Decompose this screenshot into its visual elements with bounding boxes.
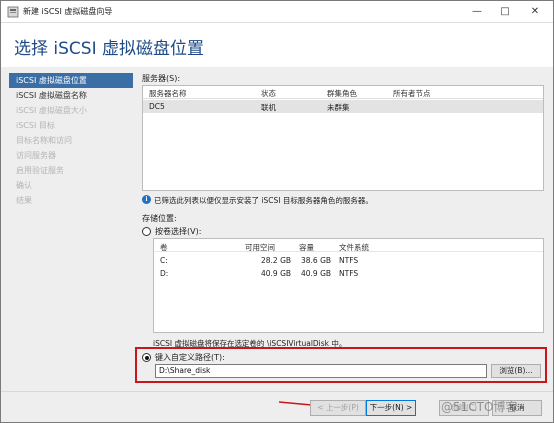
free-space-cell: 40.9 GB (261, 269, 292, 278)
server-table-header: 服务器名称 状态 群集角色 所有者节点 (143, 86, 543, 99)
volume-cell[interactable]: C: (160, 256, 168, 265)
column-header-cluster-role[interactable]: 群集角色 (327, 88, 357, 99)
volume-table[interactable]: 卷 可用空间 容量 文件系统 C: 28.2 GB 38.6 GB NTFS D… (153, 238, 544, 333)
minimize-icon[interactable]: — (463, 1, 491, 23)
info-text: 已筛选此列表以便仅显示安装了 iSCSI 目标服务器角色的服务器。 (154, 196, 373, 205)
storage-location-label: 存储位置: (142, 214, 177, 223)
window-title: 新建 iSCSI 虚拟磁盘向导 (23, 7, 113, 16)
server-name-cell: DC5 (149, 102, 165, 111)
server-status-cell: 联机 (261, 103, 276, 112)
cluster-role-cell: 未群集 (327, 103, 350, 112)
title-bar: 新建 iSCSI 虚拟磁盘向导 — □ ✕ (1, 1, 553, 23)
nav-item-disk-size: iSCSI 虚拟磁盘大小 (16, 106, 87, 115)
column-header-volume[interactable]: 卷 (160, 242, 168, 253)
next-button[interactable]: 下一步(N) > (366, 400, 416, 416)
nav-item-iscsi-target: iSCSI 目标 (16, 121, 55, 130)
nav-item-results: 结果 (16, 196, 32, 205)
column-header-free-space[interactable]: 可用空间 (245, 242, 275, 253)
footer-divider (1, 391, 553, 392)
volume-cell[interactable]: D: (160, 269, 168, 278)
column-header-status[interactable]: 状态 (261, 88, 276, 99)
column-header-server-name[interactable]: 服务器名称 (149, 88, 187, 99)
select-by-volume-label[interactable]: 按卷选择(V): (155, 226, 201, 237)
maximize-icon[interactable]: □ (491, 1, 519, 23)
nav-item-target-name: 目标名称和访问 (16, 136, 72, 145)
select-by-volume-radio[interactable] (142, 227, 151, 236)
nav-item-disk-name[interactable]: iSCSI 虚拟磁盘名称 (9, 88, 133, 103)
custom-path-radio[interactable] (142, 353, 151, 362)
column-header-file-system[interactable]: 文件系统 (339, 242, 369, 253)
app-icon (7, 6, 19, 18)
nav-item-access-servers: 访问服务器 (16, 151, 56, 160)
file-system-cell: NTFS (339, 256, 359, 265)
previous-button[interactable]: < 上一步(P) (310, 400, 366, 416)
column-header-capacity[interactable]: 容量 (299, 242, 314, 253)
custom-path-label[interactable]: 键入自定义路径(T): (155, 352, 225, 363)
nav-item-auth: 启用验证服务 (16, 166, 64, 175)
custom-path-input[interactable]: D:\Share_disk (155, 364, 487, 378)
nav-item-confirm: 确认 (16, 181, 32, 190)
nav-item-disk-location[interactable]: iSCSI 虚拟磁盘位置 (9, 73, 133, 88)
page-header: 选择 iSCSI 虚拟磁盘位置 (1, 23, 553, 67)
servers-label: 服务器(S): (142, 74, 181, 83)
close-icon[interactable]: ✕ (521, 1, 549, 23)
page-title: 选择 iSCSI 虚拟磁盘位置 (14, 39, 204, 59)
capacity-cell: 40.9 GB (301, 269, 332, 278)
column-header-owner-node[interactable]: 所有者节点 (393, 88, 431, 99)
server-table[interactable]: 服务器名称 状态 群集角色 所有者节点 DC5 联机 未群集 (142, 85, 544, 191)
wizard-nav: iSCSI 虚拟磁盘位置 iSCSI 虚拟磁盘名称 iSCSI 虚拟磁盘大小 i… (9, 73, 133, 208)
watermark: @51CTO博客 (441, 400, 518, 414)
volume-table-header: 卷 可用空间 容量 文件系统 (154, 239, 543, 252)
browse-button[interactable]: 浏览(B)... (491, 364, 541, 378)
info-icon: i (142, 195, 151, 204)
file-system-cell: NTFS (339, 269, 359, 278)
free-space-cell: 28.2 GB (261, 256, 292, 265)
table-row[interactable]: DC5 联机 未群集 (143, 100, 543, 113)
capacity-cell: 38.6 GB (301, 256, 332, 265)
wizard-window: 新建 iSCSI 虚拟磁盘向导 — □ ✕ 选择 iSCSI 虚拟磁盘位置 iS… (0, 0, 554, 423)
